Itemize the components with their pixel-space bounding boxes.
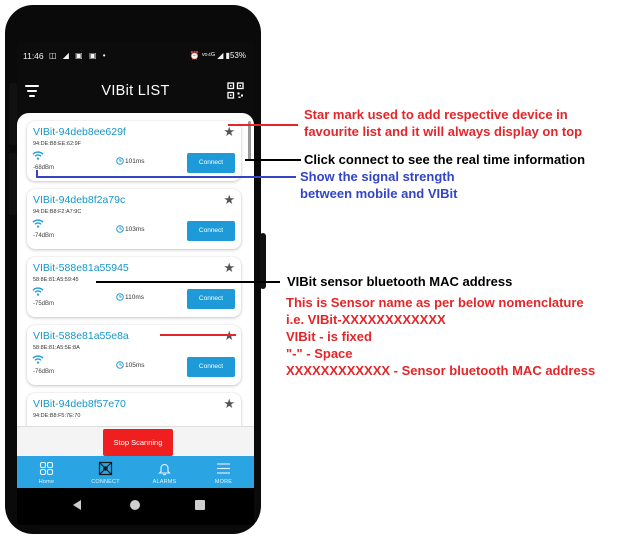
device-mac: 94:DE:B8:F5:7E:70 — [33, 413, 81, 419]
clock-icon — [116, 293, 124, 301]
signal-strength-icon — [32, 151, 44, 160]
system-navigation-bar — [17, 488, 254, 525]
annotation-line-mac — [96, 281, 280, 283]
scan-control-bar: Stop Scanning — [17, 426, 254, 456]
favourite-star-icon[interactable]: ★ — [223, 192, 235, 208]
advertising-interval: 105ms — [125, 362, 145, 369]
device-card[interactable]: VIBit-94deb8ee629f ★ 94:DE:B8:EE:62:9F -… — [27, 121, 241, 181]
home-circle-icon[interactable] — [130, 500, 140, 510]
device-name: VIBit-588e81a55e8a — [33, 330, 129, 342]
signal-strength-value: -74dBm — [33, 233, 55, 239]
advertising-interval: 110ms — [125, 294, 145, 301]
annotation-line-signal-tick — [36, 170, 38, 178]
bell-icon — [158, 463, 171, 476]
signal-strength-icon — [32, 355, 44, 364]
device-mac: 94:DE:B8:F2:A7:9C — [33, 209, 82, 215]
signal-strength-icon — [32, 287, 44, 296]
device-name: VIBit-94deb8ee629f — [33, 126, 126, 138]
device-card[interactable]: VIBit-588e81a55945 ★ 58:8E:81:A5:59:45 -… — [27, 257, 241, 317]
device-name: VIBit-588e81a55945 — [33, 262, 129, 274]
annotation-star: Star mark used to add respective device … — [304, 107, 583, 139]
qr-scan-icon[interactable] — [227, 82, 244, 99]
nav-more[interactable]: MORE — [194, 456, 253, 488]
favourite-star-icon[interactable]: ★ — [223, 328, 235, 344]
device-card[interactable]: VIBit-94deb8f57e70 ★ 94:DE:B8:F5:7E:70 — [27, 393, 241, 426]
page-title: VIBit LIST — [101, 83, 170, 99]
nav-home[interactable]: Home — [17, 456, 76, 488]
annotation-line-star — [228, 124, 298, 126]
device-mac: 94:DE:B8:EE:62:9F — [33, 141, 81, 147]
device-card[interactable]: VIBit-94deb8f2a79c ★ 94:DE:B8:F2:A7:9C -… — [27, 189, 241, 249]
phone-screen: 11:46 ◫ ◢ ▣ ▣ • ⏰ ᵛᵒ⁴ᴳ ◢ ▮53% VIBit LIST — [17, 41, 254, 525]
connect-button[interactable]: Connect — [187, 289, 235, 309]
clock-icon — [116, 361, 124, 369]
favourite-star-icon[interactable]: ★ — [223, 260, 235, 276]
nav-label: Home — [38, 479, 55, 485]
connect-button[interactable]: Connect — [187, 357, 235, 377]
annotation-mac: VIBit sensor bluetooth MAC address — [287, 274, 513, 289]
annotation-signal: Show the signal strength between mobile … — [300, 169, 458, 201]
advertising-interval: 101ms — [125, 158, 145, 165]
volume-button — [9, 153, 17, 215]
annotation-line-name — [160, 334, 236, 336]
device-name: VIBit-94deb8f57e70 — [33, 398, 126, 410]
favourite-star-icon[interactable]: ★ — [223, 124, 235, 140]
clock-icon — [116, 157, 124, 165]
hamburger-menu-icon — [217, 463, 230, 474]
nav-alarms[interactable]: ALARMS — [135, 456, 194, 488]
connect-button[interactable]: Connect — [187, 153, 235, 173]
volume-button — [9, 83, 17, 145]
device-mac: 58:8E:81:A5:5E:8A — [33, 345, 80, 351]
status-bar: 11:46 ◫ ◢ ▣ ▣ • ⏰ ᵛᵒ⁴ᴳ ◢ ▮53% — [17, 41, 254, 71]
bottom-navigation: Home CONNECT ALARMS MORE — [17, 456, 254, 488]
annotation-line-signal — [36, 176, 296, 178]
nav-label: CONNECT — [91, 479, 120, 485]
device-mac: 58:8E:81:A5:59:45 — [33, 277, 79, 283]
annotation-line-connect — [245, 159, 301, 161]
nav-label: MORE — [214, 479, 233, 485]
signal-strength-value: -76dBm — [33, 369, 55, 375]
stop-scanning-button[interactable]: Stop Scanning — [103, 429, 173, 456]
clock-icon — [116, 225, 124, 233]
advertising-interval: 103ms — [125, 226, 145, 233]
system-status-icons: ⏰ ᵛᵒ⁴ᴳ ◢ ▮53% — [189, 51, 246, 60]
nav-label: ALARMS — [152, 479, 177, 485]
phone-frame: 11:46 ◫ ◢ ▣ ▣ • ⏰ ᵛᵒ⁴ᴳ ◢ ▮53% VIBit LIST — [5, 5, 266, 534]
nav-connect[interactable]: CONNECT — [76, 456, 135, 488]
signal-strength-value: -75dBm — [33, 301, 55, 307]
home-grid-icon — [39, 461, 54, 476]
app-bar: VIBit LIST — [17, 71, 254, 113]
connect-scan-icon — [98, 461, 113, 476]
device-list[interactable]: VIBit-94deb8ee629f ★ 94:DE:B8:EE:62:9F -… — [17, 113, 254, 426]
list-scrollbar[interactable] — [248, 121, 251, 161]
device-name: VIBit-94deb8f2a79c — [33, 194, 126, 206]
annotation-connect: Click connect to see the real time infor… — [304, 152, 586, 167]
status-time: 11:46 — [23, 51, 44, 61]
recent-apps-icon[interactable] — [195, 500, 205, 510]
favourite-star-icon[interactable]: ★ — [223, 396, 235, 412]
signal-strength-icon — [32, 219, 44, 228]
annotation-name: This is Sensor name as per below nomencl… — [286, 295, 596, 378]
back-icon[interactable] — [73, 500, 81, 510]
notification-icons: ◫ ◢ ▣ ▣ • — [49, 51, 108, 60]
connect-button[interactable]: Connect — [187, 221, 235, 241]
